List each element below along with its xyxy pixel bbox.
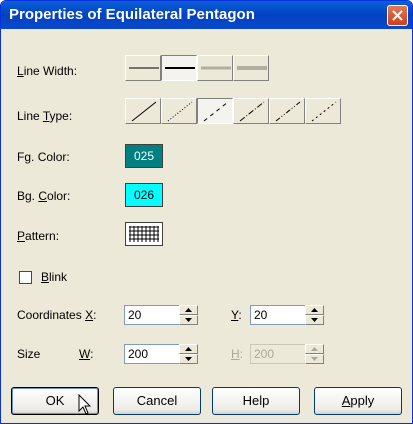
line-type-solid[interactable] xyxy=(125,98,161,124)
x-coordinate-input[interactable]: 20 xyxy=(124,305,180,325)
width-label: W: xyxy=(79,347,94,361)
size-label: Size xyxy=(17,347,41,361)
fg-color-label: Fg. Color: xyxy=(17,150,70,164)
height-spinner: 200 xyxy=(250,344,324,364)
y-down-button[interactable] xyxy=(305,315,324,325)
line-type-dotted[interactable] xyxy=(161,98,197,124)
line-width-option-2[interactable] xyxy=(161,55,197,81)
fg-color-swatch[interactable]: 025 xyxy=(125,144,163,168)
height-up-button xyxy=(305,344,324,354)
width-input[interactable]: 200 xyxy=(124,344,180,364)
x-coordinate-spinner: 20 xyxy=(124,305,198,325)
y-coordinate-input[interactable]: 20 xyxy=(250,305,306,325)
line-type-dash-dot-dot[interactable] xyxy=(269,98,305,124)
line-width-option-1[interactable] xyxy=(125,55,161,81)
width-down-button[interactable] xyxy=(179,354,198,364)
x-down-button[interactable] xyxy=(179,315,198,325)
dialog-body: Line Width: Line Type: Fg. Color: 025 Bg… xyxy=(1,29,412,423)
coordinates-label: Coordinates X: xyxy=(17,308,97,322)
line-width-option-3[interactable] xyxy=(197,55,233,81)
y-coordinate-label: Y: xyxy=(231,308,242,322)
height-updown xyxy=(305,344,324,364)
pattern-label: Pattern: xyxy=(17,229,60,243)
pattern-swatch[interactable] xyxy=(125,222,163,246)
height-input: 200 xyxy=(250,344,306,364)
mouse-pointer-icon xyxy=(78,394,92,415)
x-up-button[interactable] xyxy=(179,305,198,315)
y-coordinate-updown xyxy=(305,305,324,325)
line-width-option-4[interactable] xyxy=(233,55,269,81)
close-icon xyxy=(392,10,403,21)
dialog-title: Properties of Equilateral Pentagon xyxy=(9,6,255,23)
width-updown xyxy=(179,344,198,364)
line-width-selector xyxy=(125,55,269,81)
apply-button[interactable]: Apply xyxy=(314,387,402,415)
y-coordinate-spinner: 20 xyxy=(250,305,324,325)
line-width-label: Line Width: xyxy=(17,64,78,78)
blink-checkbox[interactable] xyxy=(19,271,32,284)
blink-label: Blink xyxy=(41,270,68,284)
line-type-label: Line Type: xyxy=(17,109,73,123)
line-type-dash-dot[interactable] xyxy=(233,98,269,124)
grid-pattern-icon xyxy=(129,226,159,242)
line-type-dashed[interactable] xyxy=(197,98,233,124)
close-button[interactable] xyxy=(387,5,408,26)
help-button[interactable]: Help xyxy=(212,387,300,415)
height-label: H: xyxy=(231,347,244,361)
y-up-button[interactable] xyxy=(305,305,324,315)
line-type-long-dash[interactable] xyxy=(305,98,341,124)
width-spinner: 200 xyxy=(124,344,198,364)
x-coordinate-updown xyxy=(179,305,198,325)
width-up-button[interactable] xyxy=(179,344,198,354)
line-type-selector xyxy=(125,98,341,124)
title-bar[interactable]: Properties of Equilateral Pentagon xyxy=(1,1,412,29)
cancel-button[interactable]: Cancel xyxy=(113,387,201,415)
height-down-button xyxy=(305,354,324,364)
properties-dialog: Properties of Equilateral Pentagon Line … xyxy=(0,0,413,424)
bg-color-swatch[interactable]: 026 xyxy=(125,183,163,207)
bg-color-label: Bg. Color: xyxy=(17,189,71,203)
